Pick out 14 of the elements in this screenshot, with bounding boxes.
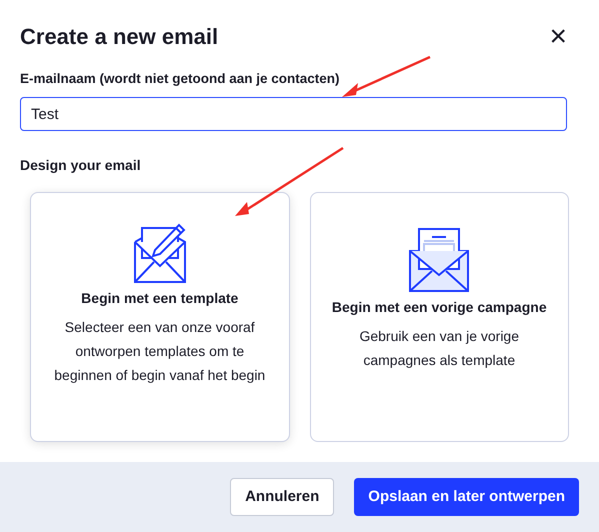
close-button[interactable]: × bbox=[549, 22, 567, 52]
section-heading: Design your email bbox=[20, 156, 141, 176]
design-option-card[interactable]: Begin met een vorige campagne Gebruik een van je vorige campagnes als template bbox=[310, 192, 569, 442]
option-title: Begin met een template bbox=[81, 288, 238, 308]
envelope-document-icon bbox=[408, 226, 470, 293]
cancel-button[interactable]: Annuleren bbox=[230, 478, 334, 516]
design-option-card[interactable]: Begin met een template Selecteer een van onze vooraf ontworpen templates om te beginnen of begin vanaf het begin bbox=[30, 192, 290, 442]
email-name-field[interactable]: Test bbox=[20, 97, 567, 132]
field-label: E-mailnaam (wordt niet getoond aan je contacten) bbox=[20, 70, 340, 88]
dialog-title: Create a new email bbox=[20, 23, 218, 51]
save-button[interactable]: Opslaan en later ontwerpen bbox=[354, 478, 579, 516]
option-description: Selecteer een van onze vooraf ontworpen templates om te beginnen of begin vanaf het begin bbox=[53, 318, 266, 385]
option-title: Begin met een vorige campagne bbox=[332, 298, 547, 317]
option-description: Gebruik een van je vorige campagnes als template bbox=[358, 326, 520, 370]
